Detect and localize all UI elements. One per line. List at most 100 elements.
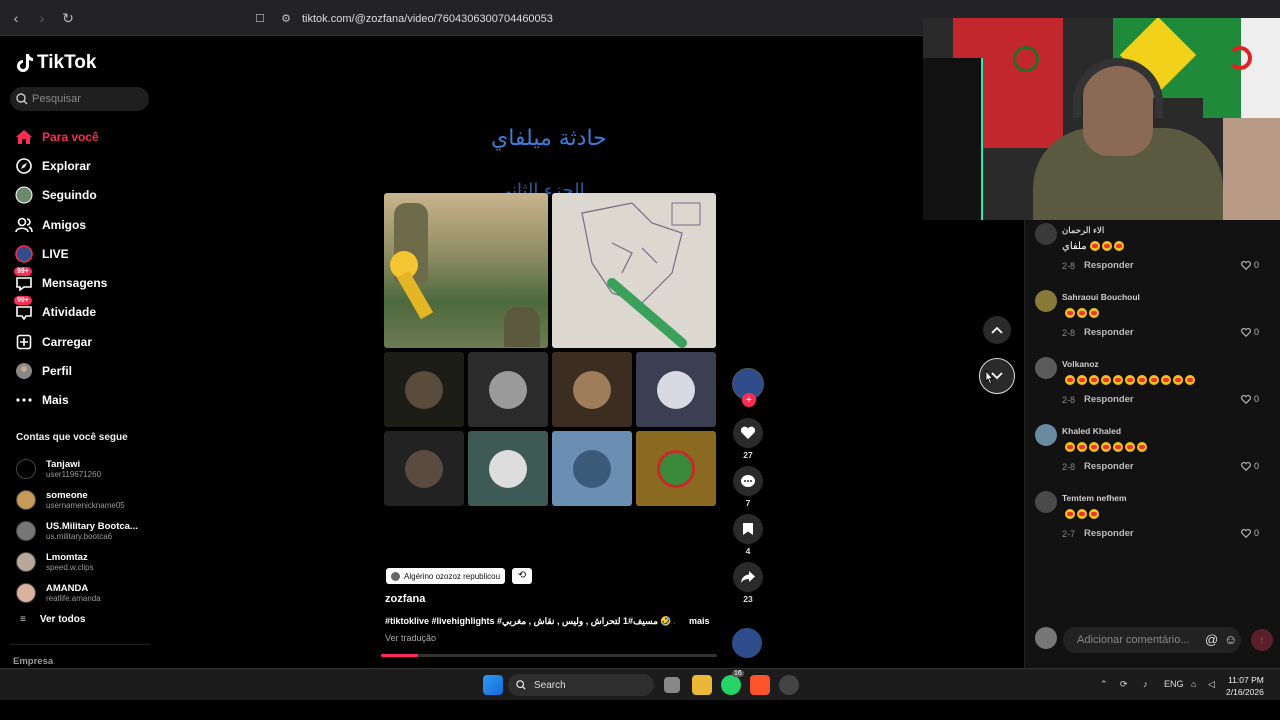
comment-like-button[interactable]: 0 xyxy=(1241,461,1259,471)
sidebar-item-atividade[interactable]: 99+ Atividade xyxy=(14,296,154,327)
commenter-name[interactable]: Temtem nefhem xyxy=(1062,493,1127,503)
back-icon[interactable]: ‹ xyxy=(6,8,26,28)
brave-browser-icon[interactable] xyxy=(750,675,770,695)
followed-account[interactable]: Lmomtaz speed.w.clips xyxy=(16,546,156,577)
comment-icon xyxy=(741,474,755,487)
tray-network-icon[interactable]: ⌂ xyxy=(1191,679,1196,689)
participant-tile[interactable] xyxy=(552,352,632,427)
search-icon xyxy=(16,93,28,105)
commenter-avatar[interactable] xyxy=(1035,491,1057,513)
search-input[interactable]: Pesquisar xyxy=(10,87,149,111)
commenter-avatar[interactable] xyxy=(1035,357,1057,379)
commenter-name[interactable]: Khaled Khaled xyxy=(1062,426,1121,436)
commenter-avatar[interactable] xyxy=(1035,290,1057,312)
sidebar-item-para-voc-[interactable]: Para você xyxy=(14,122,154,151)
heart-eyes-emoji-icon xyxy=(1185,375,1195,386)
participant-tile[interactable] xyxy=(636,431,716,506)
sidebar-item-label: Atividade xyxy=(42,305,97,320)
sidebar-item-mensagens[interactable]: 99+ Mensagens xyxy=(14,267,154,297)
participant-tile[interactable] xyxy=(552,431,632,506)
site-info-icon[interactable]: ⚙ xyxy=(280,12,292,26)
sidebar-item-live[interactable]: LIVE xyxy=(14,239,154,268)
file-explorer-icon[interactable] xyxy=(692,675,712,695)
commenter-name[interactable]: الاء الرحمان xyxy=(1062,225,1104,236)
previous-video-button[interactable] xyxy=(983,316,1011,344)
taskbar-clock[interactable]: 11:07 PM 2/16/2026 xyxy=(1226,674,1264,698)
share-button[interactable] xyxy=(733,562,763,592)
participant-tile[interactable] xyxy=(384,352,464,427)
repost-icon[interactable]: ⟲ xyxy=(512,568,532,584)
sidebar-item-carregar[interactable]: Carregar xyxy=(14,327,154,356)
sidebar-item-mais[interactable]: Mais xyxy=(14,386,154,415)
tray-sync-icon[interactable]: ⟳ xyxy=(1120,679,1128,690)
following-list: Tanjawi user119671260 someone usernamenickn… xyxy=(16,454,156,608)
heart-outline-icon xyxy=(1241,260,1251,270)
save-count: 4 xyxy=(745,546,751,556)
emoji-icon[interactable]: ☺ xyxy=(1224,632,1237,647)
tiktok-logo[interactable]: TikTok xyxy=(16,52,96,74)
video-progress-bar[interactable] xyxy=(381,654,717,657)
taskbar-search[interactable]: Search xyxy=(508,674,654,696)
commenter-avatar[interactable] xyxy=(1035,424,1057,446)
comment-like-button[interactable]: 0 xyxy=(1241,260,1259,270)
comment-count: 7 xyxy=(745,498,751,508)
avatar xyxy=(16,490,36,511)
creator-avatar[interactable]: + xyxy=(732,368,764,407)
participant-tile[interactable] xyxy=(384,431,464,506)
video-panel-soldier[interactable] xyxy=(384,193,548,348)
commenter-name[interactable]: Volkanoz xyxy=(1062,359,1099,369)
save-button[interactable] xyxy=(733,514,763,544)
comment-text xyxy=(1062,308,1101,319)
url-text[interactable]: tiktok.com/@zozfana/video/76043063007044… xyxy=(302,13,553,25)
tray-language[interactable]: ENG xyxy=(1164,679,1184,689)
reply-button[interactable]: Responder xyxy=(1084,327,1134,338)
followed-account[interactable]: US.Military Bootca... us.military.bootca6 xyxy=(16,516,156,547)
followed-account[interactable]: someone usernamenickname05 xyxy=(16,485,156,516)
windows-start-icon[interactable] xyxy=(483,675,503,695)
caption-more-link[interactable]: mais xyxy=(689,616,710,626)
reply-button[interactable]: Responder xyxy=(1084,260,1134,271)
participant-tile[interactable] xyxy=(636,352,716,427)
tray-chevron-icon[interactable]: ⌃ xyxy=(1100,679,1108,690)
tray-volume-icon[interactable]: ◁ xyxy=(1208,679,1215,690)
forward-icon[interactable]: › xyxy=(32,8,52,28)
follow-plus-icon[interactable]: + xyxy=(742,393,756,407)
commenter-avatar[interactable] xyxy=(1035,223,1057,245)
whatsapp-icon[interactable]: 16 xyxy=(721,670,744,695)
sidebar-item-explorar[interactable]: Explorar xyxy=(14,151,154,180)
comment-button[interactable] xyxy=(733,466,763,496)
sidebar-item-amigos[interactable]: Amigos xyxy=(14,210,154,239)
address-bar[interactable]: ☐ ⚙ tiktok.com/@zozfana/video/7604306300… xyxy=(254,7,914,31)
followed-account[interactable]: AMANDA reallife.amanda xyxy=(16,577,156,608)
tray-mic-icon[interactable]: ♪ xyxy=(1143,679,1148,689)
like-button[interactable] xyxy=(733,418,763,448)
reply-button[interactable]: Responder xyxy=(1084,394,1134,405)
company-link[interactable]: Empresa xyxy=(13,656,53,667)
reply-button[interactable]: Responder xyxy=(1084,461,1134,472)
reload-icon[interactable]: ↻ xyxy=(58,8,78,28)
comment-like-button[interactable]: 0 xyxy=(1241,394,1259,404)
see-all-link[interactable]: ≡ Ver todos xyxy=(20,614,85,625)
video-panel-sketch[interactable] xyxy=(552,193,716,348)
comment-like-button[interactable]: 0 xyxy=(1241,528,1259,538)
see-translation-link[interactable]: Ver tradução xyxy=(385,633,436,643)
bookmark-icon[interactable]: ☐ xyxy=(254,12,266,26)
send-comment-button[interactable]: ↑ xyxy=(1251,629,1273,651)
task-view-icon[interactable] xyxy=(664,677,680,693)
comments-panel: Adicionar comentário... @ ☺ ↑ الاء الرحم… xyxy=(1024,220,1280,668)
mention-icon[interactable]: @ xyxy=(1205,632,1218,647)
sidebar-item-perfil[interactable]: Perfil xyxy=(14,356,154,385)
music-disc-avatar[interactable] xyxy=(732,628,762,658)
sidebar-item-seguindo[interactable]: Seguindo xyxy=(14,181,154,210)
sidebar-item-label: Mais xyxy=(42,393,69,408)
reply-button[interactable]: Responder xyxy=(1084,528,1134,539)
commenter-name[interactable]: Sahraoui Bouchoul xyxy=(1062,292,1140,302)
participant-tile[interactable] xyxy=(468,431,548,506)
video-author[interactable]: zozfana xyxy=(385,593,425,605)
app-icon[interactable] xyxy=(779,675,799,695)
comment-like-button[interactable]: 0 xyxy=(1241,327,1259,337)
pc-case xyxy=(923,58,983,220)
participant-tile[interactable] xyxy=(468,352,548,427)
repost-tag[interactable]: Algérino ozozoz republicou xyxy=(386,568,506,584)
followed-account[interactable]: Tanjawi user119671260 xyxy=(16,454,156,485)
